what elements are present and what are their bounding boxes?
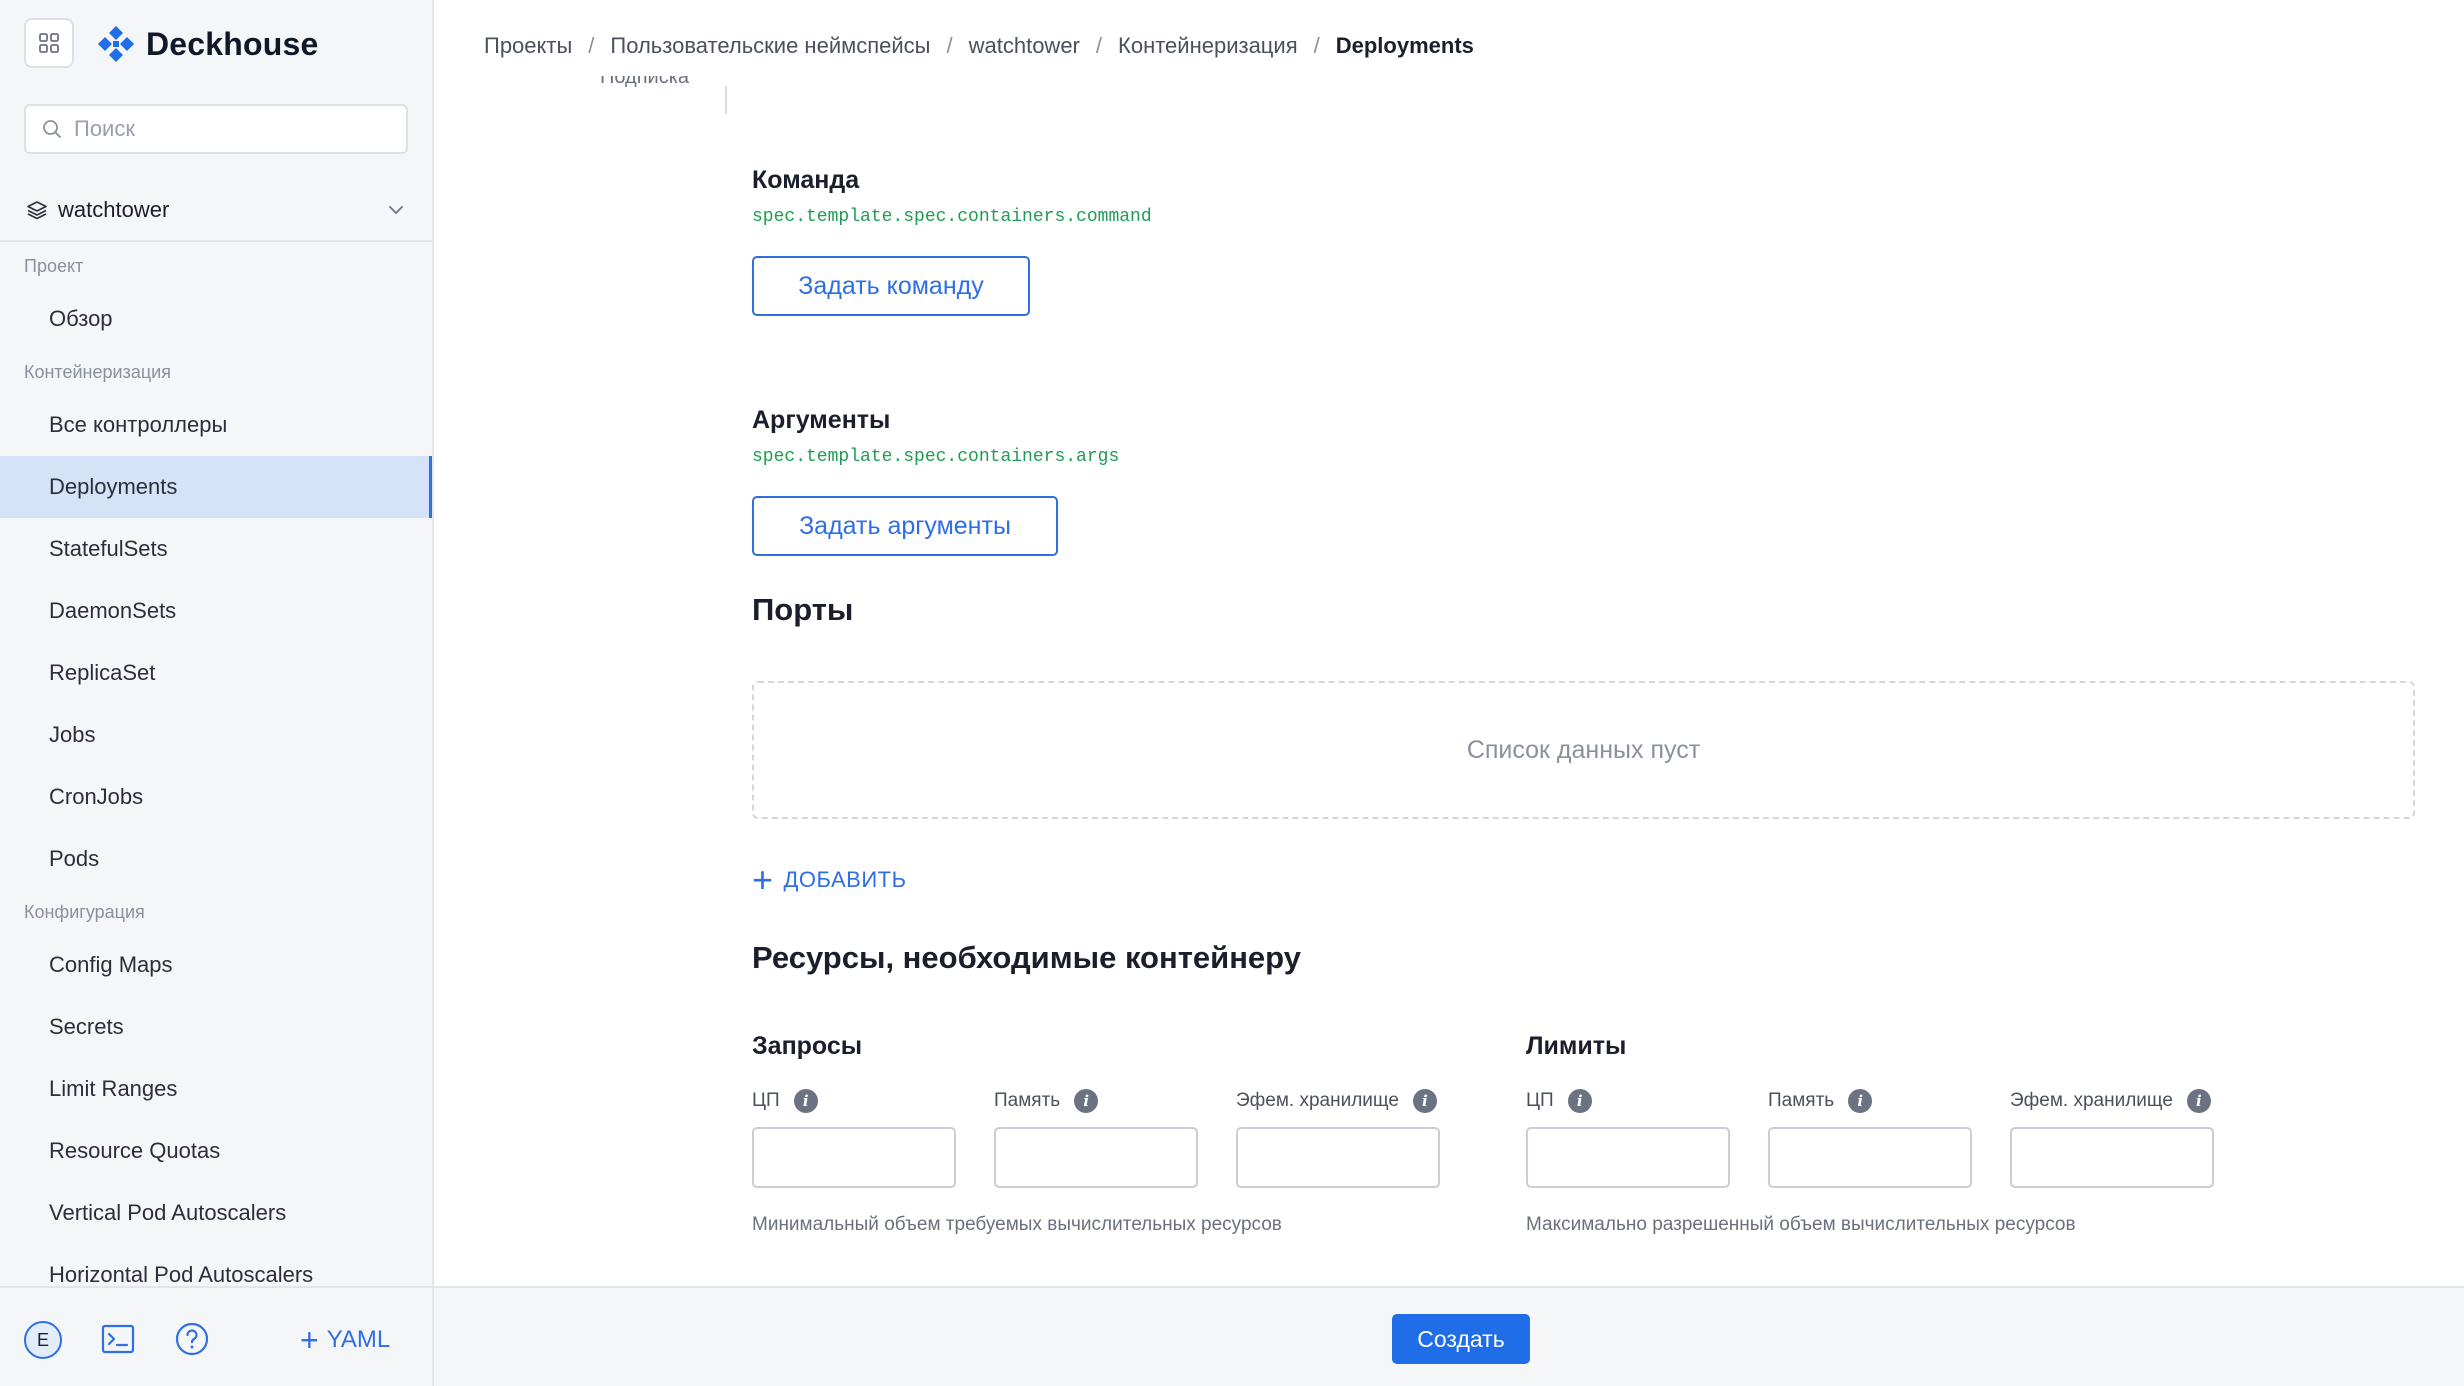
sidebar-item-cronjobs[interactable]: CronJobs (0, 766, 432, 828)
info-icon[interactable]: i (2186, 1089, 2211, 1113)
deckhouse-logo-icon (98, 26, 134, 62)
nav-section-title: Проект (24, 255, 84, 276)
sidebar-item-jobs[interactable]: Jobs (0, 704, 432, 766)
args-path: spec.template.spec.containers.args (752, 447, 1120, 467)
sidebar-item-limit-ranges[interactable]: Limit Ranges (0, 1058, 432, 1120)
sidebar-item-statefulsets[interactable]: StatefulSets (0, 518, 432, 580)
info-icon[interactable]: i (1567, 1089, 1592, 1113)
label-text: Память (1768, 1090, 1835, 1111)
requests-ephemeral-label: Эфем. хранилище i (1236, 1089, 1437, 1113)
args-title: Аргументы (752, 406, 891, 434)
ports-title: Порты (752, 592, 854, 627)
sidebar-item-config-maps[interactable]: Config Maps (0, 934, 432, 996)
layers-icon (27, 201, 47, 220)
info-icon[interactable]: i (1848, 1089, 1873, 1113)
breadcrumb-separator: / (1095, 33, 1103, 58)
breadcrumb-separator: / (588, 33, 595, 58)
command-title: Команда (752, 166, 860, 194)
limits-ephemeral-label: Эфем. хранилище i (2010, 1089, 2211, 1113)
sidebar-item-daemonsets[interactable]: DaemonSets (0, 580, 432, 642)
label-text: Память (994, 1090, 1061, 1111)
limits-cpu-label: ЦП i (1526, 1089, 1592, 1113)
nav-section-title: Контейнеризация (24, 361, 171, 382)
info-icon[interactable]: i (1412, 1089, 1437, 1113)
namespace-selector[interactable]: watchtower (0, 180, 432, 242)
label-text: ЦП (1526, 1090, 1554, 1111)
sidebar-nav: Проект Обзор Контейнеризация Все контрол… (0, 244, 432, 1306)
requests-hint: Минимальный объем требуемых вычислительн… (752, 1214, 1282, 1235)
label-text: Эфем. хранилище (2010, 1090, 2173, 1111)
limits-title: Лимиты (1526, 1032, 1627, 1060)
help-icon[interactable] (174, 1321, 210, 1357)
limits-ephemeral-input[interactable] (2010, 1127, 2214, 1188)
yaml-label: YAML (326, 1326, 391, 1353)
requests-memory-input[interactable] (994, 1127, 1198, 1188)
search-box[interactable] (24, 104, 408, 154)
apps-grid-icon (39, 33, 59, 53)
sidebar-item-all-controllers[interactable]: Все контроллеры (0, 394, 432, 456)
label-text: Эфем. хранилище (1236, 1090, 1399, 1111)
search-icon (43, 120, 61, 138)
app-logo[interactable]: Deckhouse (96, 22, 319, 66)
breadcrumb-item-namespace[interactable]: watchtower (969, 33, 1080, 59)
limits-hint: Максимально разрешенный объем вычислител… (1526, 1214, 2076, 1235)
sidebar-footer: E + YAML (0, 1286, 432, 1386)
command-path: spec.template.spec.containers.command (752, 207, 1152, 227)
sidebar: Deckhouse watchtower Проект Обзор (0, 0, 434, 1386)
apps-menu-button[interactable] (24, 18, 74, 68)
plus-icon: + (300, 1322, 319, 1358)
sidebar-item-deployments[interactable]: Deployments (0, 456, 432, 518)
breadcrumb-item-user-namespaces[interactable]: Пользовательские неймспейсы (610, 33, 930, 59)
limits-cpu-input[interactable] (1526, 1127, 1730, 1188)
clipped-field-label: Подписка (600, 76, 690, 88)
sidebar-item-vpa[interactable]: Vertical Pod Autoscalers (0, 1182, 432, 1244)
chevron-down-icon (389, 206, 403, 214)
limits-memory-input[interactable] (1768, 1127, 1972, 1188)
divider (725, 86, 727, 114)
add-yaml-button[interactable]: + YAML (300, 1316, 390, 1364)
sidebar-header: Deckhouse (0, 0, 432, 86)
terminal-icon[interactable] (100, 1321, 136, 1357)
sidebar-item-secrets[interactable]: Secrets (0, 996, 432, 1058)
sidebar-item-pods[interactable]: Pods (0, 828, 432, 890)
set-args-button[interactable]: Задать аргументы (752, 496, 1058, 556)
add-port-button[interactable]: + ДОБАВИТЬ (752, 859, 907, 900)
bottom-action-bar: Создать (434, 1286, 2464, 1386)
breadcrumb-item-projects[interactable]: Проекты (484, 33, 572, 59)
breadcrumb: Проекты / Пользовательские неймспейсы / … (484, 30, 1474, 62)
set-command-button[interactable]: Задать команду (752, 256, 1030, 316)
info-icon[interactable]: i (793, 1089, 818, 1113)
requests-title: Запросы (752, 1032, 863, 1060)
requests-memory-label: Память i (994, 1089, 1099, 1113)
search-input[interactable] (74, 116, 394, 142)
limits-memory-label: Память i (1768, 1089, 1873, 1113)
requests-cpu-label: ЦП i (752, 1089, 818, 1113)
breadcrumb-item-containerization[interactable]: Контейнеризация (1118, 33, 1298, 59)
plus-icon: + (752, 859, 774, 900)
sidebar-item-replicaset[interactable]: ReplicaSet (0, 642, 432, 704)
app-name: Deckhouse (146, 25, 319, 62)
requests-cpu-input[interactable] (752, 1127, 956, 1188)
label-text: ЦП (752, 1090, 780, 1111)
requests-ephemeral-input[interactable] (1236, 1127, 1440, 1188)
sidebar-item-resource-quotas[interactable]: Resource Quotas (0, 1120, 432, 1182)
info-icon[interactable]: i (1074, 1089, 1099, 1113)
create-button[interactable]: Создать (1392, 1314, 1530, 1364)
breadcrumb-separator: / (1313, 33, 1320, 58)
namespace-name: watchtower (58, 197, 170, 222)
breadcrumb-separator: / (946, 33, 953, 58)
sidebar-item-overview[interactable]: Обзор (0, 288, 432, 350)
add-port-label: ДОБАВИТЬ (783, 867, 907, 892)
nav-section-title: Конфигурация (24, 901, 145, 922)
resources-title: Ресурсы, необходимые контейнеру (752, 940, 1301, 975)
ports-empty-state: Список данных пуст (752, 681, 2415, 819)
breadcrumb-item-current: Deployments (1335, 33, 1474, 58)
user-avatar[interactable]: E (24, 1321, 62, 1359)
